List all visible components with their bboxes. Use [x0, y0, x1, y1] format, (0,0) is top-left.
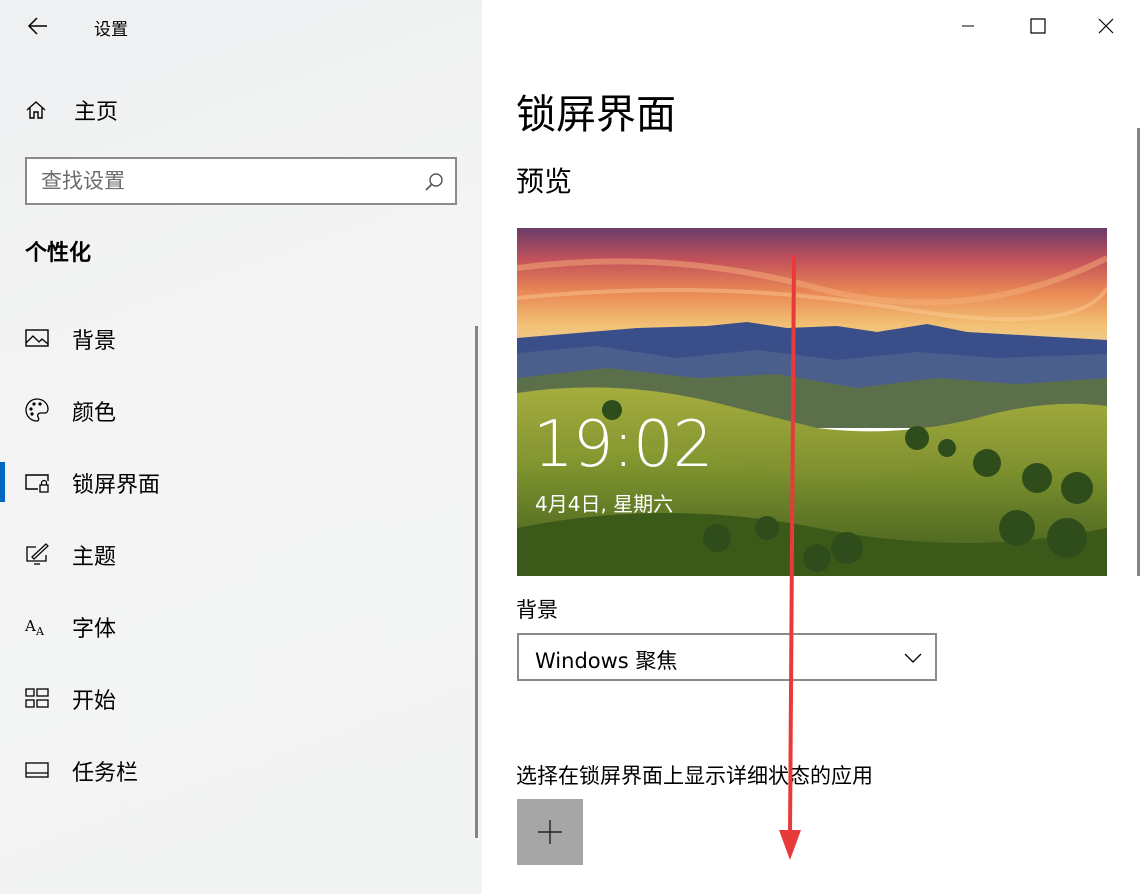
sidebar-item-label: 颜色 [72, 401, 117, 426]
sidebar-item-background[interactable]: 背景 [0, 310, 470, 366]
sidebar-item-label: 字体 [72, 617, 117, 642]
app-title: 设置 [94, 20, 128, 40]
active-indicator [0, 462, 5, 502]
background-dropdown-value: Windows 聚焦 [535, 649, 678, 673]
sidebar-item-label: 背景 [72, 329, 117, 354]
taskbar-icon [25, 762, 49, 778]
palette-icon [25, 398, 49, 422]
background-label: 背景 [516, 598, 558, 622]
main-scrollbar[interactable] [1137, 128, 1140, 576]
start-grid-icon [25, 688, 49, 708]
chevron-down-icon [904, 653, 922, 663]
section-title: 个性化 [25, 241, 92, 266]
back-arrow-icon [27, 17, 47, 35]
background-dropdown[interactable]: Windows 聚焦 [517, 633, 937, 681]
main-content: 锁屏界面 预览 19:02 4月4日, 星期六 背景 Windows 聚焦 选择… [482, 0, 1144, 894]
maximize-icon [1030, 18, 1046, 34]
search-input[interactable] [41, 165, 411, 197]
sidebar-item-taskbar[interactable]: 任务栏 [0, 742, 470, 798]
add-app-button[interactable] [517, 799, 583, 865]
picture-icon [25, 329, 49, 347]
theme-brush-icon [26, 543, 49, 565]
svg-text:A: A [24, 617, 36, 635]
preview-date: 4月4日, 星期六 [535, 492, 674, 516]
landscape-image [517, 228, 1107, 576]
close-icon [1098, 18, 1114, 34]
sidebar-item-themes[interactable]: 主题 [0, 526, 470, 582]
sidebar-item-start[interactable]: 开始 [0, 670, 470, 726]
sidebar-item-label: 开始 [72, 689, 117, 714]
lock-screen-preview: 19:02 4月4日, 星期六 [517, 228, 1107, 576]
close-button[interactable] [1086, 8, 1126, 44]
sidebar-scrollbar[interactable] [475, 326, 478, 838]
sidebar-item-fonts[interactable]: A A 字体 [0, 598, 470, 654]
home-icon [26, 101, 46, 119]
minimize-icon [962, 25, 974, 27]
lock-screen-icon [25, 474, 49, 493]
detailed-status-apps-label: 选择在锁屏界面上显示详细状态的应用 [516, 764, 873, 788]
sidebar-item-label: 任务栏 [72, 761, 139, 786]
sidebar-item-label: 锁屏界面 [72, 473, 161, 498]
back-button[interactable] [22, 10, 54, 42]
preview-clock: 19:02 [533, 408, 713, 482]
minimize-button[interactable] [948, 8, 988, 44]
maximize-button[interactable] [1018, 8, 1058, 44]
preview-heading: 预览 [516, 165, 573, 198]
svg-text:A: A [35, 625, 45, 638]
sidebar-item-label: 主题 [72, 545, 117, 570]
sidebar: 设置 主页 个性化 背景 颜色 [0, 0, 482, 894]
sidebar-item-home[interactable]: 主页 [24, 92, 118, 128]
page-title: 锁屏界面 [516, 92, 676, 138]
sidebar-item-label: 主页 [74, 100, 119, 125]
plus-icon [538, 820, 562, 844]
sidebar-item-lock-screen[interactable]: 锁屏界面 [0, 454, 470, 510]
sidebar-item-colors[interactable]: 颜色 [0, 382, 470, 438]
search-field[interactable] [25, 157, 457, 205]
annotation-arrow-icon [779, 255, 801, 860]
search-icon[interactable] [423, 171, 445, 193]
font-icon: A A [24, 617, 45, 638]
